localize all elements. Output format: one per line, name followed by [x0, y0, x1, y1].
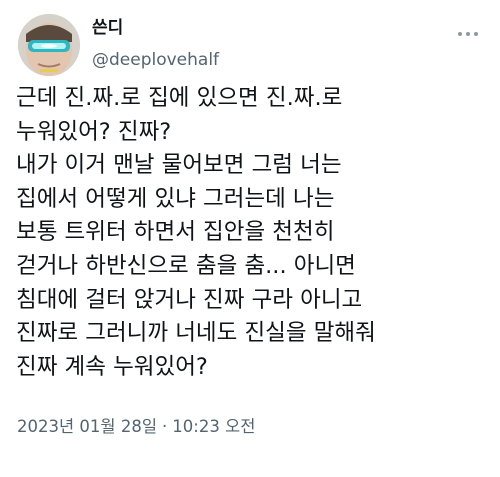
tweet-text: 근데 진.짜.로 집에 있으면 진.짜.로 누워있어? 진짜? 내가 이거 맨날…: [16, 82, 494, 384]
avatar-photo: [18, 14, 80, 76]
tweet-date[interactable]: 2023년 01월 28일: [17, 417, 157, 436]
tweet-line: 보통 트위터 하면서 집안을 천천히: [16, 219, 335, 246]
tweet-line: 진짜 계속 누워있어?: [16, 353, 208, 380]
tweet-line: 근데 진.짜.로 집에 있으면 진.짜.로: [16, 85, 343, 111]
meta-separator: ·: [162, 417, 168, 436]
tweet-line: 침대에 걸터 앉거나 진짜 구라 아니고: [16, 286, 363, 313]
author-info: 쓴디 @deeplovehalf: [92, 16, 219, 71]
tweet-line: 누워있어? 진짜?: [16, 118, 172, 145]
tweet-line: 집에서 어떻게 있냐 그러는데 나는: [16, 185, 335, 212]
tweet-line: 내가 이거 맨날 물어보면 그럼 너는: [16, 152, 342, 179]
more-button[interactable]: [454, 22, 482, 46]
avatar[interactable]: [18, 14, 80, 76]
user-handle[interactable]: @deeplovehalf: [92, 49, 219, 71]
tweet-meta: 2023년 01월 28일 · 10:23 오전: [17, 416, 255, 438]
tweet-card: 쓴디 @deeplovehalf 근데 진.짜.로 집에 있으면 진.짜.로 누…: [0, 0, 500, 477]
display-name[interactable]: 쓴디: [92, 16, 219, 40]
more-horizontal-icon: [456, 32, 480, 36]
tweet-time[interactable]: 10:23 오전: [172, 417, 255, 436]
tweet-line: 걷거나 하반신으로 춤을 춤... 아니면: [16, 252, 356, 279]
tweet-line: 진짜로 그러니까 너네도 진실을 말해줘: [16, 320, 376, 347]
